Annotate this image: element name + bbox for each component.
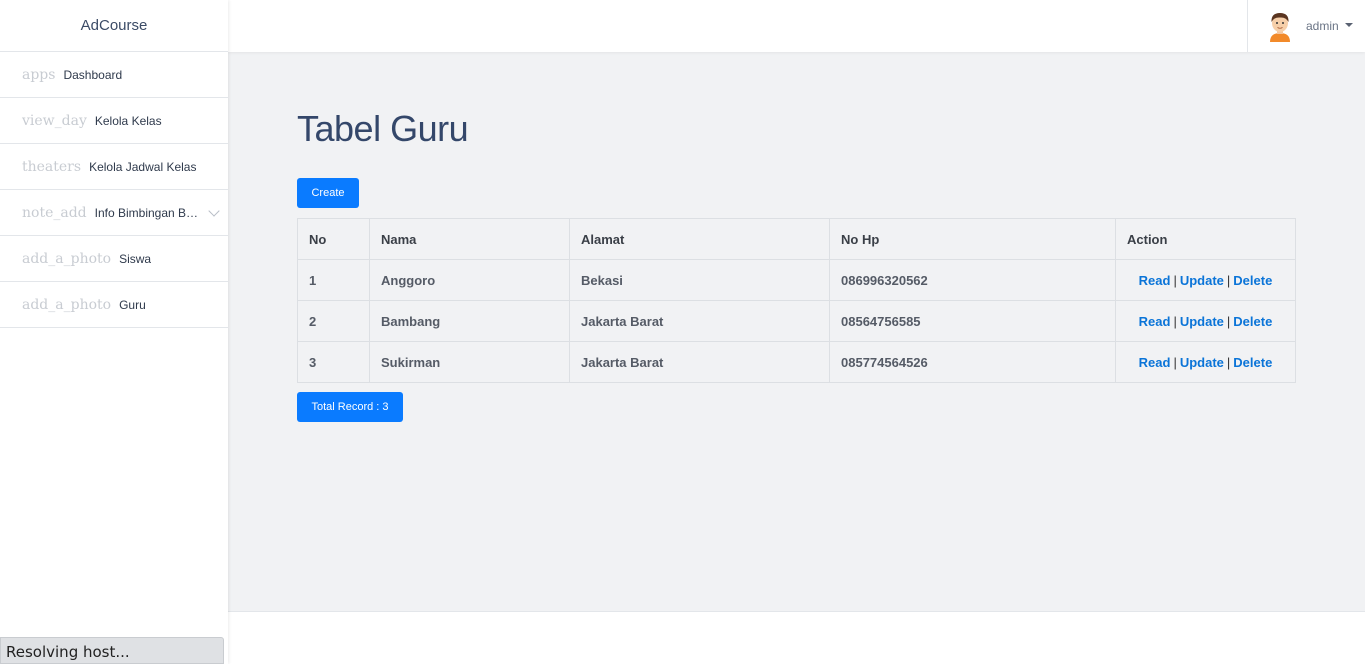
- column-header-alamat: Alamat: [569, 218, 830, 260]
- separator: |: [1226, 272, 1231, 288]
- sidebar-item-kelola-jadwal-kelas[interactable]: theaters Kelola Jadwal Kelas: [0, 144, 228, 190]
- total-record-button[interactable]: Total Record : 3: [297, 392, 403, 422]
- cell-alamat: Bekasi: [569, 259, 830, 301]
- apps-icon: apps: [22, 66, 56, 83]
- footer: [228, 611, 1365, 664]
- separator: |: [1226, 354, 1231, 370]
- sidebar-item-guru[interactable]: add_a_photo Guru: [0, 282, 228, 328]
- theaters-icon: theaters: [22, 158, 82, 175]
- separator: |: [1226, 313, 1231, 329]
- column-header-no-hp: No Hp: [829, 218, 1116, 260]
- note-add-icon: note_add: [22, 204, 87, 221]
- sidebar-item-siswa[interactable]: add_a_photo Siswa: [0, 236, 228, 282]
- table-row: 1 Anggoro Bekasi 086996320562 Read | Updat…: [297, 259, 1296, 301]
- sidebar: AdCourse apps Dashboard view_day Kelola …: [0, 0, 228, 664]
- update-link[interactable]: Update: [1180, 273, 1224, 288]
- sidebar-item-info-bimbingan[interactable]: note_add Info Bimbingan Belajar: [0, 190, 228, 236]
- create-button[interactable]: Create: [297, 178, 359, 208]
- cell-alamat: Jakarta Barat: [569, 300, 830, 342]
- cell-nama: Bambang: [369, 300, 570, 342]
- view-day-icon: view_day: [22, 112, 87, 129]
- sidebar-item-label: Siswa: [119, 251, 152, 266]
- table-row: 2 Bambang Jakarta Barat 08564756585 Read…: [297, 300, 1296, 342]
- guru-table: No Nama Alamat No Hp Action 1 Anggoro Be…: [297, 218, 1296, 383]
- sidebar-item-dashboard[interactable]: apps Dashboard: [0, 52, 228, 98]
- top-navbar: admin: [228, 0, 1365, 52]
- cell-action: Read | Update | Delete: [1115, 341, 1296, 383]
- add-a-photo-icon: add_a_photo: [22, 250, 112, 267]
- cell-nama: Sukirman: [369, 341, 570, 383]
- user-name: admin: [1306, 19, 1339, 33]
- table-row: 3 Sukirman Jakarta Barat 085774564526 Re…: [297, 341, 1296, 383]
- column-header-no: No: [297, 218, 370, 260]
- main-content: Tabel Guru Create No Nama Alamat No Hp A…: [297, 108, 1297, 422]
- table-header-row: No Nama Alamat No Hp Action: [297, 218, 1296, 260]
- sidebar-item-kelola-kelas[interactable]: view_day Kelola Kelas: [0, 98, 228, 144]
- cell-no: 2: [297, 300, 370, 342]
- cell-no: 3: [297, 341, 370, 383]
- sidebar-item-label: Guru: [119, 297, 146, 312]
- page-title: Tabel Guru: [297, 108, 469, 149]
- sidebar-item-label: Kelola Jadwal Kelas: [89, 159, 197, 174]
- read-link[interactable]: Read: [1139, 355, 1171, 370]
- separator: |: [1173, 313, 1177, 329]
- cell-no-hp: 08564756585: [829, 300, 1116, 342]
- sidebar-item-label: Info Bimbingan Belajar: [94, 205, 205, 220]
- column-header-nama: Nama: [369, 218, 570, 260]
- cell-action: Read | Update | Delete: [1115, 259, 1296, 301]
- sidebar-item-label: Kelola Kelas: [94, 113, 162, 128]
- delete-link[interactable]: Delete: [1233, 355, 1272, 370]
- update-link[interactable]: Update: [1180, 314, 1224, 329]
- cell-no: 1: [297, 259, 370, 301]
- column-header-action: Action: [1115, 218, 1296, 260]
- cell-no-hp: 085774564526: [829, 341, 1116, 383]
- cell-alamat: Jakarta Barat: [569, 341, 830, 383]
- brand-logo[interactable]: AdCourse: [0, 0, 228, 52]
- read-link[interactable]: Read: [1139, 273, 1171, 288]
- chevron-down-icon[interactable]: [208, 205, 220, 217]
- read-link[interactable]: Read: [1139, 314, 1171, 329]
- separator: |: [1173, 354, 1177, 370]
- delete-link[interactable]: Delete: [1233, 273, 1272, 288]
- avatar: [1270, 13, 1290, 42]
- sidebar-item-label: Dashboard: [63, 67, 123, 82]
- add-a-photo-icon: add_a_photo: [22, 296, 112, 313]
- update-link[interactable]: Update: [1180, 355, 1224, 370]
- caret-down-icon: [1344, 23, 1353, 27]
- cell-nama: Anggoro: [369, 259, 570, 301]
- user-menu-toggle[interactable]: admin: [1247, 0, 1365, 52]
- status-bar: Resolving host...: [0, 637, 224, 664]
- cell-action: Read | Update | Delete: [1115, 300, 1296, 342]
- cell-no-hp: 086996320562: [829, 259, 1116, 301]
- delete-link[interactable]: Delete: [1233, 314, 1272, 329]
- separator: |: [1173, 272, 1177, 288]
